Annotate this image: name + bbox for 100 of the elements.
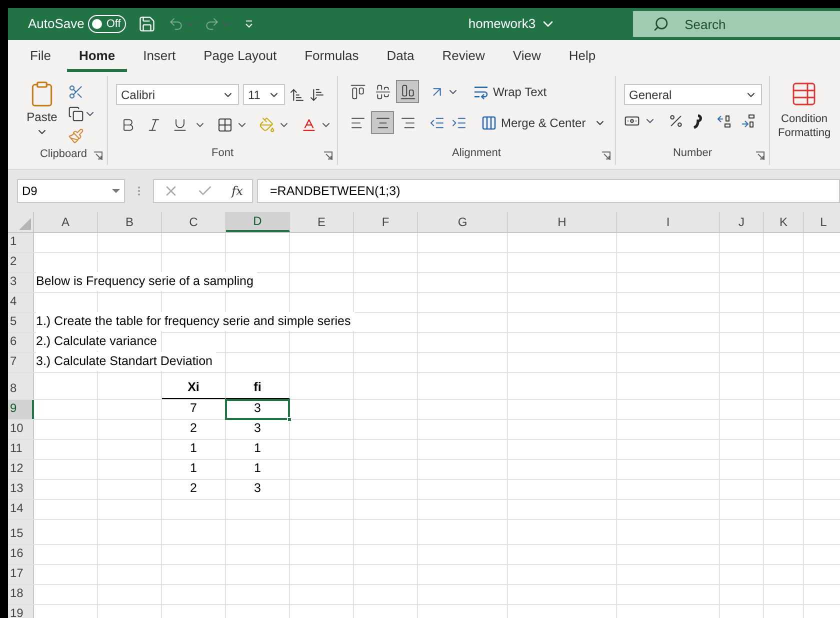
- cell-text: 1: [253, 440, 262, 458]
- search-icon: [652, 16, 669, 32]
- percent-icon[interactable]: [668, 113, 684, 129]
- row-header[interactable]: 8: [8, 373, 34, 399]
- cut-icon[interactable]: [68, 84, 84, 100]
- column-header[interactable]: I: [617, 212, 720, 232]
- horizontal-align-button[interactable]: [371, 111, 394, 134]
- cell-text: 3: [253, 480, 262, 498]
- save-icon[interactable]: [138, 15, 156, 33]
- dialog-launcher-icon[interactable]: [323, 151, 333, 161]
- row-header[interactable]: 9: [8, 400, 34, 419]
- triangle-icon: [19, 218, 31, 230]
- group-label: Clipboard: [40, 148, 88, 160]
- group-label: Alignment: [452, 146, 501, 158]
- ribbon-tab[interactable]: Insert: [131, 42, 188, 72]
- column-header[interactable]: J: [720, 212, 764, 232]
- wrap-text-icon: [473, 84, 489, 100]
- row-header[interactable]: 18: [8, 585, 34, 604]
- comma-style-icon[interactable]: [692, 113, 704, 129]
- column-header[interactable]: L: [804, 212, 840, 232]
- format-painter-icon[interactable]: [68, 128, 84, 144]
- row-header[interactable]: 1: [8, 233, 34, 252]
- increase-decimal-icon[interactable]: [716, 113, 732, 129]
- cell-text: 1: [253, 460, 262, 478]
- ribbon-tab[interactable]: File: [18, 42, 63, 72]
- column-header[interactable]: H: [508, 212, 617, 232]
- row-header[interactable]: 13: [8, 480, 34, 499]
- cell-text: 2.) Calculate variance: [36, 332, 161, 351]
- customize-icon[interactable]: [244, 19, 254, 29]
- merge-center-button[interactable]: Merge & Center: [481, 114, 606, 132]
- cell-text: 3: [253, 420, 262, 438]
- column-header[interactable]: K: [764, 212, 804, 232]
- vertical-align-icon: [400, 84, 416, 100]
- column-header[interactable]: G: [418, 212, 508, 232]
- font-color-icon[interactable]: [301, 116, 317, 132]
- column-header[interactable]: B: [98, 212, 162, 232]
- ribbon-tab[interactable]: Formulas: [292, 42, 371, 72]
- row-header[interactable]: 7: [8, 353, 34, 372]
- row-header[interactable]: 11: [8, 440, 34, 459]
- autosave-label: AutoSave: [28, 15, 84, 34]
- ribbon-tab[interactable]: Help: [556, 42, 608, 72]
- conditional-formatting-button[interactable]: Condition Formatting: [770, 72, 831, 169]
- ribbon-tab[interactable]: Page Layout: [192, 42, 289, 72]
- row-header[interactable]: 4: [8, 293, 34, 312]
- wrap-text-button[interactable]: Wrap Text: [473, 82, 547, 100]
- font-size-dropdown[interactable]: 11: [243, 84, 285, 105]
- cell-text: 3.) Calculate Standart Deviation: [36, 352, 216, 371]
- dialog-launcher-icon[interactable]: [601, 151, 611, 161]
- grow-font-icon[interactable]: [289, 86, 305, 102]
- column-header[interactable]: A: [34, 212, 98, 232]
- search-field[interactable]: Search: [632, 11, 840, 37]
- paste-button[interactable]: Paste: [20, 80, 64, 144]
- row-header[interactable]: 10: [8, 420, 34, 439]
- row-header[interactable]: 16: [8, 545, 34, 564]
- merge-icon: [481, 114, 497, 130]
- dialog-launcher-icon[interactable]: [755, 151, 765, 161]
- caret-icon: [112, 187, 120, 195]
- row-header[interactable]: 19: [8, 605, 34, 618]
- cell-text: 3: [253, 400, 262, 418]
- font-name-dropdown[interactable]: Calibri: [116, 84, 239, 105]
- insert-function-button[interactable]: fx: [232, 182, 243, 200]
- number-format-dropdown[interactable]: General: [624, 84, 762, 105]
- file-name-button[interactable]: homework3: [468, 14, 556, 34]
- fill-handle[interactable]: [287, 417, 292, 422]
- copy-icon[interactable]: [68, 106, 84, 122]
- row-header[interactable]: 2: [8, 253, 34, 272]
- vertical-align-icon: [350, 84, 366, 100]
- row-header[interactable]: 6: [8, 333, 34, 352]
- row-header[interactable]: 3: [8, 273, 34, 292]
- decrease-decimal-icon[interactable]: [740, 113, 756, 129]
- autosave-toggle[interactable]: Off: [88, 15, 126, 33]
- ribbon-tab[interactable]: Data: [374, 42, 426, 72]
- cell-text: 1: [189, 460, 198, 478]
- column-label: Xi: [186, 379, 200, 396]
- fill-color-icon[interactable]: [259, 116, 275, 132]
- row-header[interactable]: 14: [8, 500, 34, 519]
- row-header[interactable]: 5: [8, 313, 34, 332]
- ribbon-tab[interactable]: Review: [430, 42, 497, 72]
- row-header[interactable]: 17: [8, 565, 34, 584]
- group-label: Font: [211, 146, 234, 158]
- vertical-align-button[interactable]: [396, 80, 419, 103]
- row-header[interactable]: 12: [8, 460, 34, 479]
- column-header[interactable]: E: [290, 212, 354, 232]
- cell-text: 2: [189, 480, 198, 498]
- dialog-launcher-icon[interactable]: [93, 151, 103, 161]
- borders-icon[interactable]: [217, 116, 233, 132]
- shrink-font-icon[interactable]: [309, 86, 325, 102]
- column-header[interactable]: F: [354, 212, 418, 232]
- vertical-align-icon: [374, 84, 390, 100]
- column-header[interactable]: D: [226, 212, 290, 232]
- formula-field[interactable]: =RANDBETWEEN(1;3): [257, 179, 840, 203]
- cell-text: 1: [189, 440, 198, 458]
- cell-text: 1.) Create the table for frequency serie and simple series: [36, 312, 355, 331]
- underline-icon: [172, 116, 188, 132]
- name-box[interactable]: D9: [17, 179, 125, 203]
- cell-text: 2: [189, 420, 198, 438]
- column-label: fi: [252, 379, 262, 396]
- group-label: Number: [672, 146, 712, 158]
- ribbon-tab[interactable]: View: [500, 42, 553, 72]
- row-header[interactable]: 15: [8, 520, 34, 544]
